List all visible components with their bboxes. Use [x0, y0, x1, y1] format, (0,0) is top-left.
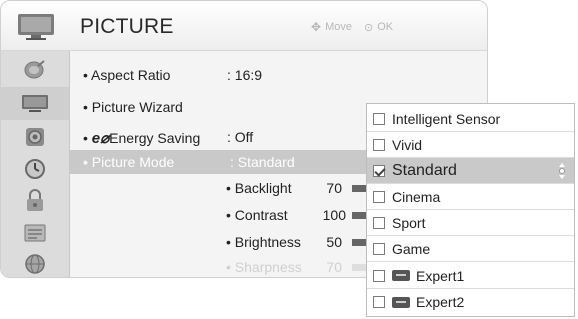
menu-row-value: : Off [227, 129, 254, 145]
level-bar [352, 264, 366, 271]
sub-item-backlight[interactable]: • Backlight 70 [226, 177, 366, 199]
sub-item-value: 100 [322, 207, 346, 223]
isf-logo-icon [392, 296, 410, 308]
checkbox [373, 138, 385, 151]
sub-item-label: • Backlight [226, 180, 292, 196]
sub-item-label: • Contrast [226, 207, 288, 223]
option-label: Cinema [392, 188, 441, 205]
sub-item-brightness[interactable]: • Brightness 50 [226, 231, 366, 253]
menu-row-picture-mode[interactable]: • Picture Mode : Standard [70, 150, 380, 174]
sidebar-item-setup[interactable] [1, 53, 69, 86]
option-sport[interactable]: Sport [367, 210, 574, 236]
sub-item-label: • Sharpness [226, 259, 302, 275]
options-icon [24, 224, 46, 241]
option-label: Expert2 [416, 294, 465, 310]
move-arrows-icon: ✥ [311, 20, 322, 34]
tv-icon [22, 94, 48, 112]
sub-item-value: 70 [326, 259, 342, 275]
sidebar-item-audio[interactable] [1, 120, 69, 153]
option-label: Expert1 [416, 267, 465, 284]
page-title: PICTURE [80, 15, 174, 38]
option-label: Game [392, 240, 431, 257]
checkbox [373, 269, 385, 282]
checkbox [373, 216, 385, 229]
checkbox [373, 296, 385, 308]
checkbox [373, 190, 385, 203]
ok-hint-label: OK [377, 21, 394, 33]
tv-icon [18, 14, 54, 40]
speaker-icon [26, 127, 44, 146]
isf-logo-icon [392, 270, 410, 281]
lock-icon [27, 188, 43, 211]
up-down-arrows-icon [559, 163, 565, 179]
sub-item-sharpness[interactable]: • Sharpness 70 [226, 256, 366, 277]
option-vivid[interactable]: Vivid [367, 132, 574, 158]
level-bar [352, 239, 366, 246]
menu-row-label: • e⌀Energy Saving [83, 130, 201, 147]
option-label: Intelligent Sensor [392, 110, 501, 127]
sidebar-item-options[interactable] [1, 216, 69, 249]
nav-hint: ✥ Move ⊙ OK [311, 20, 393, 34]
globe-icon [25, 253, 45, 274]
option-label: Vivid [392, 136, 423, 153]
checkbox [373, 112, 385, 125]
sidebar-item-network[interactable] [1, 247, 69, 277]
clock-icon [25, 158, 45, 179]
option-expert2[interactable]: Expert2 [367, 289, 574, 315]
sub-item-contrast[interactable]: • Contrast 100 [226, 204, 366, 226]
sub-item-value: 70 [326, 180, 342, 196]
option-intelligent-sensor[interactable]: Intelligent Sensor [367, 106, 574, 132]
sidebar-item-lock[interactable] [1, 184, 69, 217]
menu-row-label: • Aspect Ratio [83, 67, 171, 83]
option-game[interactable]: Game [367, 236, 574, 262]
ok-button-icon: ⊙ [363, 21, 374, 34]
menu-row-value: : Standard [230, 154, 295, 170]
move-hint-label: Move [325, 21, 352, 33]
energy-saving-logo: e⌀ [91, 130, 110, 147]
menu-row-value: : 16:9 [227, 67, 263, 83]
option-expert1[interactable]: Expert1 [367, 263, 574, 289]
level-bar [352, 212, 366, 219]
checkbox [373, 242, 385, 255]
satellite-dish-icon [24, 59, 45, 78]
option-label: Standard [392, 161, 457, 179]
level-bar [352, 185, 366, 192]
option-standard[interactable]: Standard [367, 158, 574, 184]
option-cinema[interactable]: Cinema [367, 184, 574, 210]
sidebar-item-time[interactable] [1, 152, 69, 185]
option-label: Sport [392, 214, 426, 231]
menu-row-label: • Picture Mode [83, 154, 175, 170]
sidebar-item-picture[interactable] [1, 87, 69, 120]
sub-item-label: • Brightness [226, 234, 301, 250]
sub-item-value: 50 [326, 234, 342, 250]
picture-mode-dropdown: Intelligent Sensor Vivid Standard Cinema… [366, 103, 575, 317]
checkbox-checked [373, 164, 385, 177]
category-sidebar [1, 51, 70, 277]
title-bar: PICTURE ✥ Move ⊙ OK [1, 1, 487, 51]
menu-row-label: • Picture Wizard [83, 99, 183, 115]
